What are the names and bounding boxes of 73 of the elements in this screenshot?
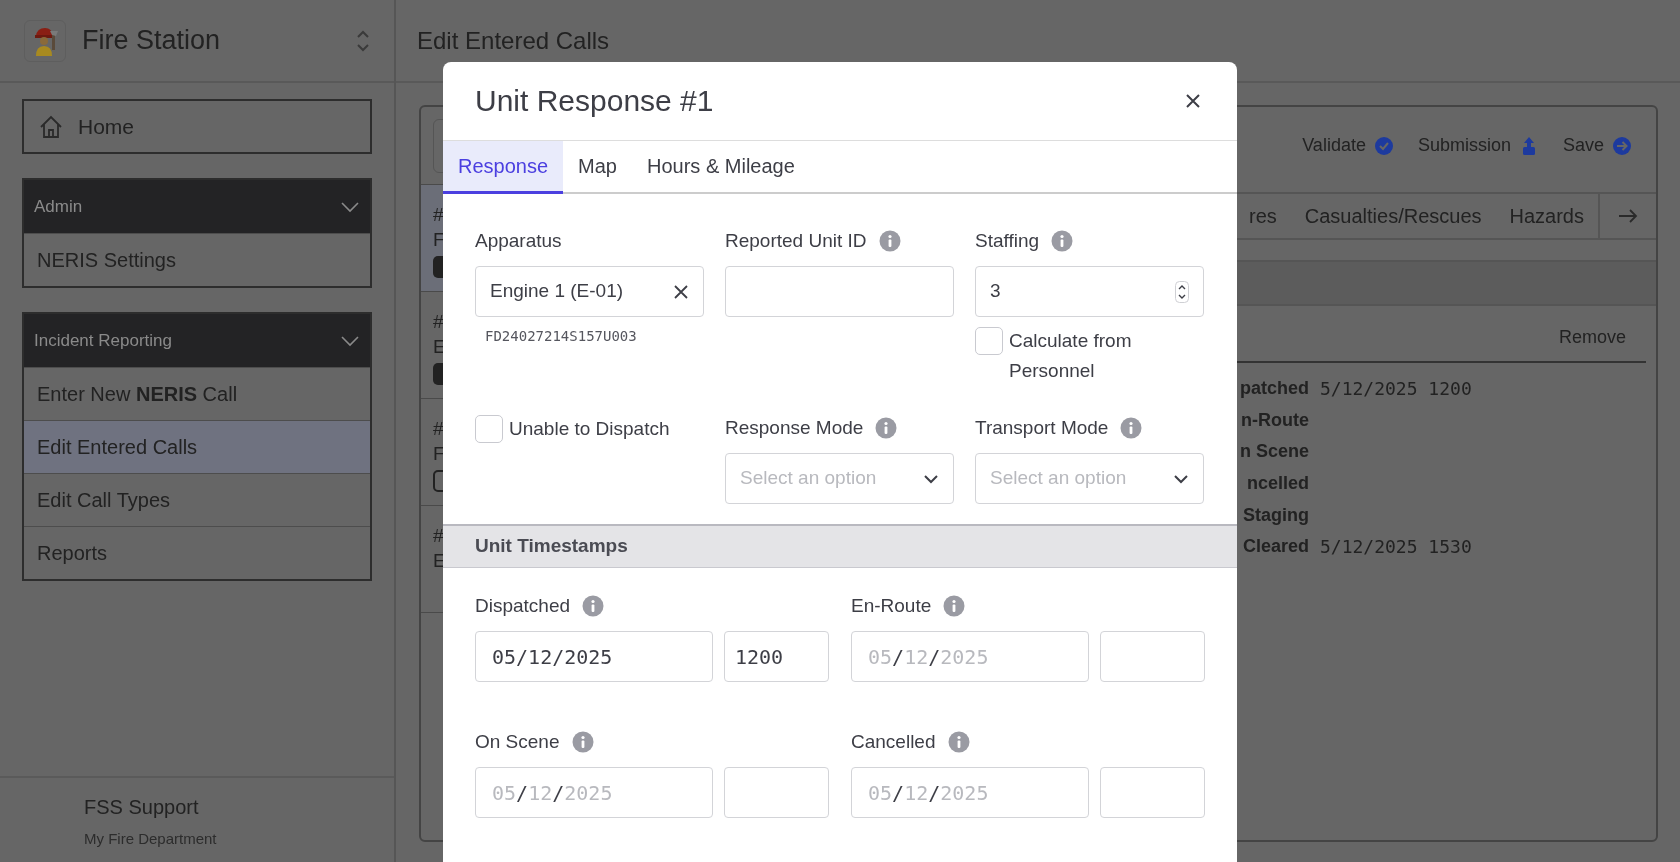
close-icon [1185,93,1201,109]
call-number: # [433,524,444,548]
time-field[interactable] [1100,767,1205,818]
timestamp-label: Cleared [1242,536,1309,557]
arrow-circle-icon [1612,135,1632,156]
validate-button[interactable]: Validate [1302,132,1394,159]
timestamp-label: patched [1240,378,1309,399]
home-link[interactable]: Home [22,99,372,154]
field-label: Dispatched [475,593,571,618]
field-label: Response Mode [725,415,864,440]
call-number: # [433,417,444,441]
tab[interactable]: Hours & Mileage [631,141,810,194]
department-name: My Fire Department [84,828,218,849]
chevron-down-icon [1173,473,1189,484]
checkbox[interactable] [475,415,503,443]
dialog-title: Unit Response #1 [475,83,714,119]
menu-group-header[interactable]: Incident Reporting [24,314,370,367]
date-field[interactable]: 05/12/2025 [475,631,713,682]
time-field[interactable]: 1200 [724,631,829,682]
checkbox[interactable] [975,327,1003,355]
field-label: Transport Mode [975,415,1109,440]
menu-item[interactable]: Edit Entered Calls [24,420,370,473]
tab[interactable]: Map [563,141,632,194]
field-label: En-Route [851,593,932,618]
chevron-down-icon [923,473,939,484]
input-field[interactable] [725,266,954,317]
field-label: Reported Unit ID [725,228,867,253]
date-field[interactable]: 05/12/2025 [475,767,713,818]
checkbox-label: Calculate from Personnel [1009,329,1133,383]
timestamp-label: n Scene [1239,441,1309,462]
tab[interactable]: Casualties/Rescues [1290,201,1496,231]
timestamp-label: n-Route [1241,409,1309,430]
tab[interactable]: Response [443,141,564,194]
time-field[interactable] [724,767,829,818]
firefighter-logo-icon [32,25,58,56]
time-field[interactable] [1100,631,1205,682]
field-label: Cancelled [851,729,936,754]
unit-code: FD24027214S157U003 [485,327,638,346]
select-field[interactable]: Engine 1 (E-01) [475,266,704,317]
menu-item[interactable]: Reports [24,526,370,579]
clear-icon[interactable] [673,283,689,300]
dropdown-field[interactable]: Select an option [975,453,1204,504]
timestamp-label: Staging [1243,504,1309,525]
dropdown-field[interactable]: Select an option [725,453,954,504]
timestamp-value: 5/12/2025 1530 [1320,535,1472,560]
date-field[interactable]: 05/12/2025 [851,631,1089,682]
menu-item[interactable]: Edit Call Types [24,473,370,526]
menu-item[interactable]: NERIS Settings [24,233,370,286]
timestamp-label: ncelled [1246,473,1309,494]
user-name: FSS Support [84,794,200,820]
section-header: Unit Timestamps [443,524,1237,568]
spinner-icon[interactable] [1175,280,1189,303]
check-circle-icon [1373,135,1394,156]
tab[interactable]: res [1234,201,1291,231]
field-label: Staffing [975,228,1040,253]
field-label: On Scene [475,729,560,754]
home-icon [38,113,64,140]
menu-group-header[interactable]: Admin [24,180,370,233]
date-field[interactable]: 05/12/2025 [851,767,1089,818]
page-title: Edit Entered Calls [417,25,610,56]
remove-link[interactable]: Remove [1558,324,1626,351]
app-name: Fire Station [82,24,222,58]
checkbox-label: Unable to Dispatch [509,417,670,441]
call-number: # [433,310,444,334]
field-label: Apparatus [475,228,562,253]
call-number: # [433,203,444,227]
timestamp-value: 5/12/2025 1200 [1320,377,1472,402]
expand-collapse-icon[interactable] [356,28,370,53]
save-button[interactable]: Save [1562,132,1632,159]
arrow-right-icon [1618,208,1638,224]
number-field[interactable]: 3 [975,266,1204,317]
tab[interactable]: Hazards [1495,201,1598,231]
submission-button[interactable]: Submission [1417,132,1539,159]
